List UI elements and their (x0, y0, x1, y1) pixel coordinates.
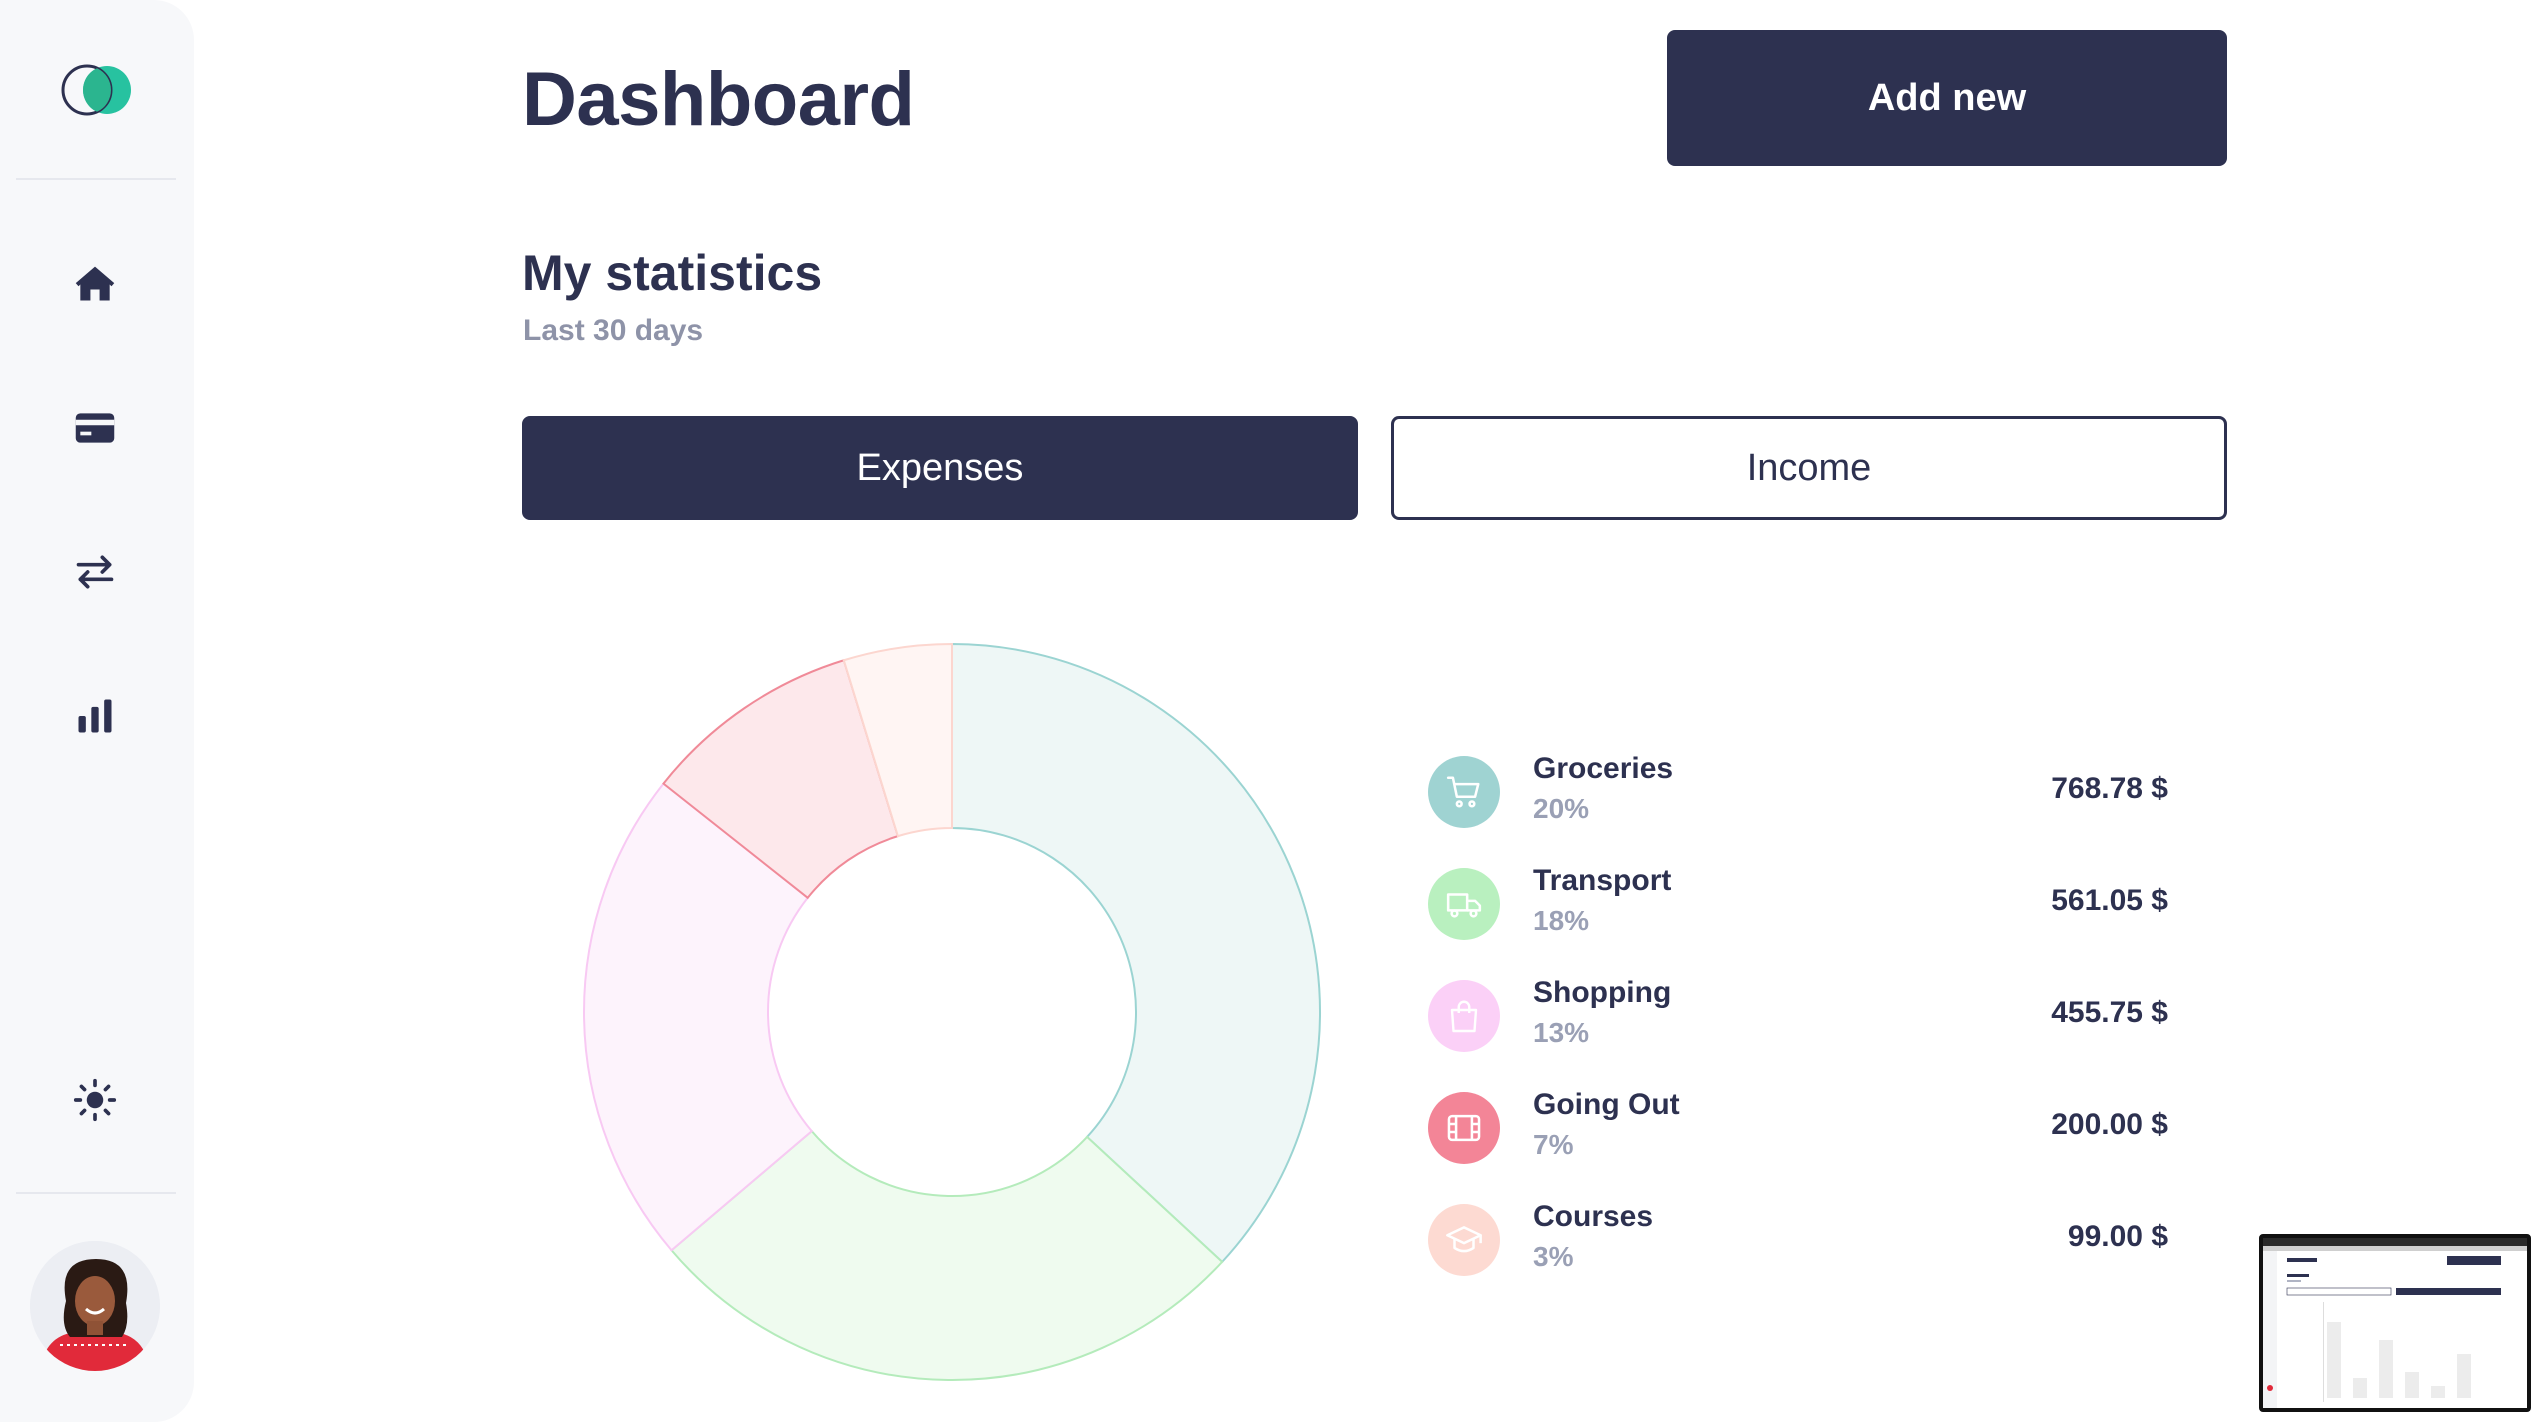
legend-item-transport[interactable]: Transport 18% 561.05 $ (1428, 852, 2168, 964)
tab-expenses[interactable]: Expenses (522, 416, 1358, 520)
legend-amount: 561.05 $ (2051, 884, 2168, 917)
tab-income[interactable]: Income (1391, 416, 2227, 520)
legend-amount: 200.00 $ (2051, 1108, 2168, 1141)
screen-preview-thumbnail[interactable] (2259, 1234, 2531, 1412)
home-icon[interactable] (67, 256, 123, 312)
legend-item-courses[interactable]: Courses 3% 99.00 $ (1428, 1188, 2168, 1300)
legend-item-shopping[interactable]: Shopping 13% 455.75 $ (1428, 964, 2168, 1076)
legend-name: Going Out (1533, 1088, 1680, 1121)
sidebar-divider (16, 178, 176, 180)
legend-percent: 7% (1533, 1129, 1574, 1160)
transfer-icon[interactable] (67, 544, 123, 600)
legend-name: Transport (1533, 864, 1672, 897)
bar-chart-icon[interactable] (67, 688, 123, 744)
statistics-title: My statistics (522, 245, 823, 301)
cart-icon (1428, 756, 1500, 828)
add-new-button[interactable]: Add new (1667, 30, 2227, 166)
legend-name: Groceries (1533, 752, 1674, 785)
legend-percent: 18% (1533, 905, 1590, 936)
sidebar-divider (16, 1192, 176, 1194)
legend-percent: 20% (1533, 793, 1590, 824)
logo[interactable] (55, 64, 139, 116)
sidebar (0, 0, 194, 1422)
legend-name: Courses (1533, 1200, 1654, 1233)
legend-amount: 455.75 $ (2051, 996, 2168, 1029)
expenses-donut-chart (583, 642, 1321, 1381)
legend-amount: 768.78 $ (2051, 772, 2168, 805)
legend-amount: 99.00 $ (2067, 1220, 2168, 1253)
statistics-period: Last 30 days (523, 314, 704, 347)
legend-name: Shopping (1533, 976, 1672, 1009)
legend-item-going-out[interactable]: Going Out 7% 200.00 $ (1428, 1076, 2168, 1188)
bag-icon (1428, 980, 1500, 1052)
legend-percent: 3% (1533, 1241, 1574, 1272)
legend-percent: 13% (1533, 1017, 1590, 1048)
film-icon (1428, 1092, 1500, 1164)
page-title: Dashboard (522, 57, 915, 142)
legend-item-groceries[interactable]: Groceries 20% 768.78 $ (1428, 740, 2168, 852)
donut-slice-groceries[interactable] (951, 642, 1321, 1264)
avatar[interactable] (30, 1241, 160, 1371)
truck-icon (1428, 868, 1500, 940)
sun-icon[interactable] (67, 1072, 123, 1128)
card-icon[interactable] (67, 400, 123, 456)
graduation-cap-icon (1428, 1204, 1500, 1276)
